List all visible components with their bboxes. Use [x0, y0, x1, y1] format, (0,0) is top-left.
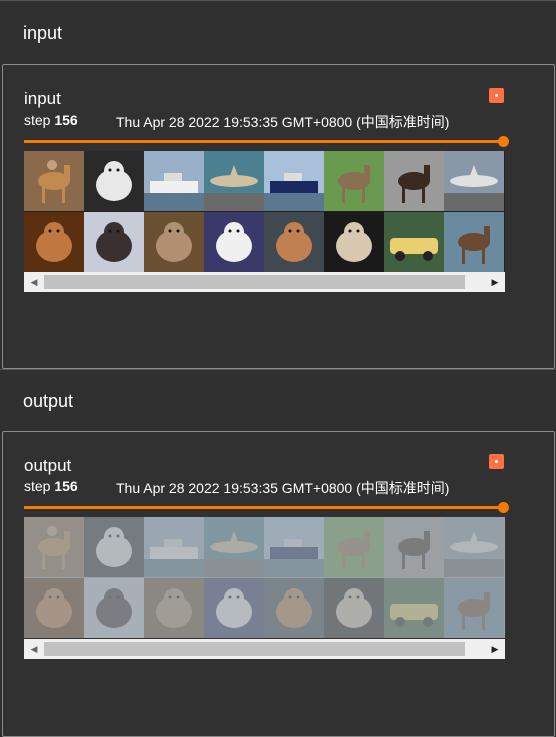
image-card-output: output step 156 Thu Apr 28 2022 19:53:35…	[2, 431, 555, 737]
image-thumbnail-horse	[384, 517, 444, 577]
step-value: 156	[54, 478, 78, 494]
step-line: step 156	[24, 112, 78, 128]
image-thumbnail-dog	[324, 578, 384, 638]
image-thumbnail-dog	[84, 151, 144, 211]
pin-button[interactable]	[489, 454, 504, 469]
step-value: 156	[54, 112, 78, 128]
scrollbar-thumb[interactable]	[44, 642, 465, 656]
image-thumbnail-horse	[384, 151, 444, 211]
image-thumbnail-airplane	[444, 517, 504, 577]
image-thumbnail-dog	[84, 212, 144, 272]
timestamp: Thu Apr 28 2022 19:53:35 GMT+0800 (中国标准时…	[116, 480, 450, 496]
scrollbar-thumb[interactable]	[44, 275, 465, 289]
scroll-right-icon[interactable]: ▶	[485, 272, 505, 292]
image-thumbnail-dog	[264, 578, 324, 638]
image-thumbnail-cat	[144, 578, 204, 638]
image-thumbnail-ship	[264, 151, 324, 211]
image-thumbnail-airplane	[204, 517, 264, 577]
pin-icon	[495, 460, 498, 463]
image-thumbnail-horse-rider	[24, 517, 84, 577]
image-thumbnail-deer	[324, 517, 384, 577]
scroll-right-icon[interactable]: ▶	[485, 639, 505, 659]
image-grid	[24, 517, 505, 638]
step-label: step	[24, 112, 51, 128]
image-thumbnail-car	[384, 212, 444, 272]
step-line: step 156	[24, 478, 78, 494]
pin-icon	[495, 94, 498, 97]
section-header-input[interactable]: input	[0, 0, 556, 63]
image-thumbnail-cat	[204, 212, 264, 272]
image-thumbnail-cat	[24, 578, 84, 638]
image-thumbnail-deer	[324, 151, 384, 211]
image-card-input: input step 156 Thu Apr 28 2022 19:53:35 …	[2, 64, 555, 369]
section-title: output	[23, 391, 74, 411]
horizontal-scrollbar[interactable]: ◀ ▶	[24, 272, 505, 292]
image-thumbnail-horse-rider	[24, 151, 84, 211]
card-title: input	[24, 89, 61, 108]
image-thumbnail-car	[384, 578, 444, 638]
step-slider-track[interactable]	[24, 140, 502, 143]
image-thumbnail-dog	[84, 517, 144, 577]
section-header-output[interactable]: output	[0, 369, 556, 431]
card-title: output	[24, 456, 72, 475]
horizontal-scrollbar[interactable]: ◀ ▶	[24, 639, 505, 659]
image-thumbnail-cat	[144, 212, 204, 272]
image-thumbnail-ship	[264, 517, 324, 577]
step-slider-thumb[interactable]	[498, 136, 509, 147]
image-thumbnail-cat	[24, 212, 84, 272]
image-thumbnail-ship	[144, 151, 204, 211]
image-thumbnail-dog	[84, 578, 144, 638]
timestamp: Thu Apr 28 2022 19:53:35 GMT+0800 (中国标准时…	[116, 114, 450, 130]
step-slider-track[interactable]	[24, 506, 502, 509]
step-slider-thumb[interactable]	[498, 502, 509, 513]
step-label: step	[24, 478, 51, 494]
image-thumbnail-airplane	[204, 151, 264, 211]
image-thumbnail-dog	[324, 212, 384, 272]
image-thumbnail-dog	[264, 212, 324, 272]
scroll-left-icon[interactable]: ◀	[24, 639, 44, 659]
section-title: input	[23, 23, 63, 43]
image-thumbnail-horse	[444, 578, 504, 638]
image-thumbnail-horse	[444, 212, 504, 272]
image-grid	[24, 151, 505, 272]
image-thumbnail-cat	[204, 578, 264, 638]
image-thumbnail-ship	[144, 517, 204, 577]
pin-button[interactable]	[489, 88, 504, 103]
image-thumbnail-airplane	[444, 151, 504, 211]
scroll-left-icon[interactable]: ◀	[24, 272, 44, 292]
